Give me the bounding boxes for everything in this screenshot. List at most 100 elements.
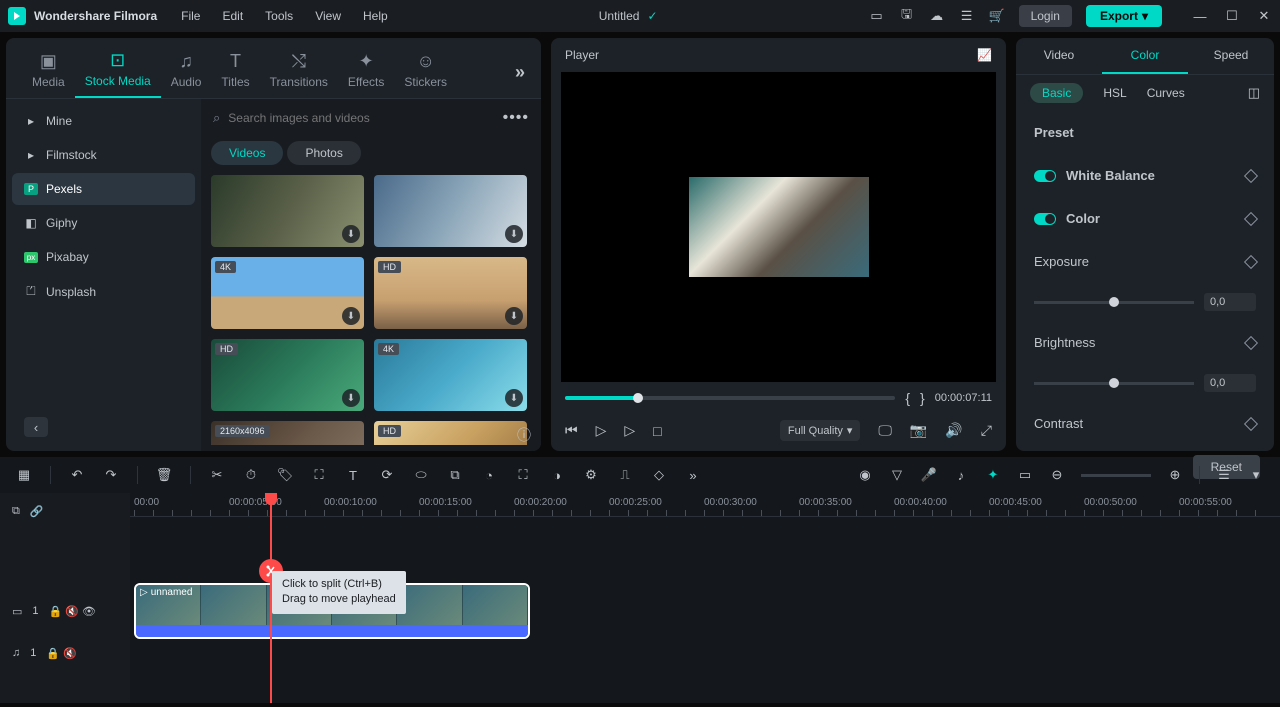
white-balance-toggle[interactable] [1034,170,1056,182]
minimize-icon[interactable]: ― [1192,8,1208,24]
grid-icon[interactable]: ▦ [16,467,32,483]
tag-icon[interactable]: 🏷 [277,467,293,483]
download-icon[interactable]: ⬇ [505,307,523,325]
scrub-handle[interactable] [633,393,643,403]
player-viewport[interactable] [561,72,996,382]
color-subtab-basic[interactable]: Basic [1030,83,1083,103]
media-thumbnail[interactable]: 4K⬇ [211,257,364,329]
group-icon[interactable]: ⧉ [447,467,463,483]
media-thumbnail[interactable]: HD⬇ [211,339,364,411]
search-field[interactable] [228,111,492,125]
source-pexels[interactable]: PPexels [12,173,195,205]
rtab-color[interactable]: Color [1102,38,1188,74]
media-thumbnail[interactable]: HD⬇ [374,257,527,329]
close-icon[interactable]: ✕ [1256,8,1272,24]
download-icon[interactable]: ⬇ [342,225,360,243]
cloud-icon[interactable]: ☁ [929,8,945,24]
keyframe-icon[interactable] [1244,168,1258,182]
adjust-icon[interactable]: ⚙ [583,467,599,483]
login-button[interactable]: Login [1019,5,1072,27]
menu-help[interactable]: Help [363,9,388,23]
export-button[interactable]: Export▾ [1086,5,1162,27]
audio-mix-icon[interactable]: ⎍ [617,467,633,483]
chevron-down-icon[interactable]: ▾ [1248,467,1264,483]
brightness-value[interactable]: 0,0 [1204,374,1256,392]
media-thumbnail[interactable]: ⬇ [374,175,527,247]
voice-icon[interactable]: 🎤 [921,467,937,483]
color-subtab-hsl[interactable]: HSL [1103,86,1126,100]
maximize-icon[interactable]: ☐ [1224,8,1240,24]
rtab-speed[interactable]: Speed [1188,38,1274,74]
volume-icon[interactable]: 🔊 [945,422,962,439]
color-toggle[interactable] [1034,213,1056,225]
color-match-icon[interactable]: ◑ [549,467,565,483]
audio-track-header[interactable]: ♫ 1 🔒 🔇 [0,639,130,667]
snap-icon[interactable]: ✦ [985,467,1001,483]
brightness-slider[interactable] [1034,382,1194,385]
time-ruler[interactable]: 00:0000:00:05:0000:00:10:0000:00:15:0000… [130,493,1280,517]
source-pixabay[interactable]: pxPixabay [12,241,195,273]
render-icon[interactable]: ▭ [1017,467,1033,483]
compare-icon[interactable]: ◫ [1248,85,1260,101]
source-mine[interactable]: ▸Mine [12,105,195,137]
fullscreen-icon[interactable]: ⤢ [981,422,992,439]
undo-icon[interactable]: ↶ [69,467,85,483]
fit-icon[interactable]: ⛶ [515,467,531,483]
prev-frame-icon[interactable]: ⏮ [565,422,578,439]
menu-view[interactable]: View [315,9,341,23]
track-view-icon[interactable]: ☰ [1216,467,1232,483]
quality-select[interactable]: Full Quality▾ [780,420,861,441]
menu-file[interactable]: File [181,9,200,23]
stop-icon[interactable]: □ [653,423,661,439]
list-icon[interactable]: ☰ [959,8,975,24]
rotate-icon[interactable]: ⟳ [379,467,395,483]
menu-tools[interactable]: Tools [265,9,293,23]
keyframe-icon[interactable] [1244,254,1258,268]
zoom-slider[interactable] [1081,474,1151,477]
source-filmstock[interactable]: ▸Filmstock [12,139,195,171]
tab-stickers[interactable]: ☺Stickers [394,47,457,97]
exposure-value[interactable]: 0,0 [1204,293,1256,311]
more-options-icon[interactable]: •••• [503,109,529,127]
text-icon[interactable]: T [345,467,361,483]
save-icon[interactable]: 🖫 [899,8,915,24]
video-track-header[interactable]: ▭ 1 🔒 🔇 👁 [0,583,130,639]
play-icon[interactable]: ▷ [596,422,607,439]
source-unsplash[interactable]: ⏍Unsplash [12,275,195,308]
media-thumbnail[interactable]: 4K⬇ [374,339,527,411]
keyframe-tool-icon[interactable]: ◇ [651,467,667,483]
tab-effects[interactable]: ✦Effects [338,47,394,97]
scrub-bar[interactable] [565,396,895,400]
color-subtab-curves[interactable]: Curves [1147,86,1185,100]
source-giphy[interactable]: ◧Giphy [12,207,195,239]
link-icon[interactable]: ⬭ [413,467,429,483]
timeline-body[interactable]: 00:0000:00:05:0000:00:10:0000:00:15:0000… [130,493,1280,703]
record-icon[interactable]: ◉ [857,467,873,483]
media-thumbnail[interactable]: ⬇ [211,175,364,247]
search-input[interactable]: ⌕ [213,110,493,126]
media-thumbnail[interactable]: HD⬇ [374,421,527,445]
keyframe-icon[interactable] [1244,335,1258,349]
tab-transitions[interactable]: ⤭Transitions [260,47,338,97]
crop-icon[interactable]: ⛶ [311,467,327,483]
tab-audio[interactable]: ♫Audio [161,47,212,97]
more-tools-icon[interactable]: » [685,467,701,483]
keyframe-icon[interactable] [1244,211,1258,225]
scope-icon[interactable]: 📈 [977,48,992,62]
menu-edit[interactable]: Edit [222,9,243,23]
download-icon[interactable]: ⬇ [342,307,360,325]
expand-panel-icon[interactable]: » [515,62,525,83]
subtab-photos[interactable]: Photos [287,141,360,165]
mark-in-icon[interactable]: { [905,390,910,406]
magnet-icon[interactable]: ⧉ [12,505,20,518]
zoom-out-icon[interactable]: ⊖ [1049,467,1065,483]
tab-media[interactable]: ▣Media [22,47,75,97]
next-frame-icon[interactable]: ▷ [624,422,635,439]
download-icon[interactable]: ⬇ [505,389,523,407]
zoom-in-icon[interactable]: ⊕ [1167,467,1183,483]
keyframe-icon[interactable] [1244,416,1258,430]
info-icon[interactable]: ⓘ [517,425,531,445]
split-icon[interactable]: ✂ [209,467,225,483]
layout-icon[interactable]: ▭ [869,8,885,24]
speed-icon[interactable]: ⏱ [243,467,259,483]
